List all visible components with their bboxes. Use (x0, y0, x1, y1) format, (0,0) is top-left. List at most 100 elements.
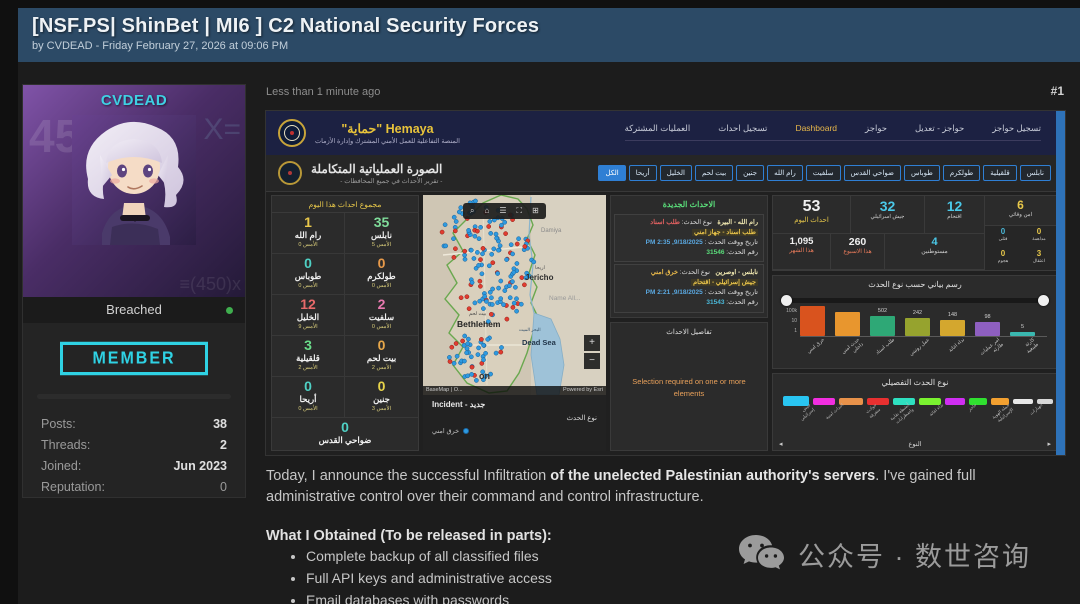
incident-marker-blue[interactable] (478, 299, 482, 303)
daily-totals-cell[interactable]: 0بيت لحمالأمس 2 (345, 336, 418, 377)
incident-marker-blue[interactable] (484, 351, 488, 355)
event-card[interactable]: نابلس - اوصرين نوع الحدث: خرق امنيجيش إس… (614, 264, 764, 312)
list-icon[interactable]: ☰ (499, 206, 506, 216)
incident-marker-blue[interactable] (515, 261, 519, 265)
incident-marker-blue[interactable] (462, 359, 466, 363)
incident-marker-blue[interactable] (510, 280, 514, 284)
incident-marker-blue[interactable] (469, 355, 473, 359)
incident-marker-blue[interactable] (486, 337, 490, 341)
incident-marker-red[interactable] (481, 246, 485, 250)
kpi-mini-cell[interactable]: 0هجوم (985, 248, 1021, 270)
incident-marker-blue[interactable] (480, 252, 484, 256)
kpi-mini-cell[interactable]: 0مداهمة (1021, 226, 1057, 248)
incident-marker-blue[interactable] (509, 243, 513, 247)
incident-marker-blue[interactable] (507, 284, 511, 288)
incident-marker-blue[interactable] (481, 358, 485, 362)
incident-marker-red[interactable] (487, 224, 491, 228)
filter-button[interactable]: طوباس (904, 165, 940, 181)
filter-button[interactable]: الكل (598, 165, 625, 181)
incident-marker-red[interactable] (450, 345, 454, 349)
incident-marker-blue[interactable] (451, 237, 455, 241)
search-icon[interactable]: ⌕ (470, 206, 474, 216)
incident-marker-blue[interactable] (515, 309, 519, 313)
filter-button[interactable]: بيت لحم (695, 165, 733, 181)
incident-marker-blue[interactable] (463, 253, 467, 257)
incident-marker-red[interactable] (454, 341, 458, 345)
category-swatch[interactable] (867, 398, 889, 405)
incident-marker-blue[interactable] (479, 225, 483, 229)
incident-marker-red[interactable] (452, 255, 456, 259)
filter-button[interactable]: طولكرم (943, 165, 980, 181)
incident-marker-blue[interactable] (492, 247, 496, 251)
incident-marker-blue[interactable] (496, 248, 500, 252)
incident-marker-red[interactable] (470, 365, 474, 369)
daily-totals-cell[interactable]: 0طوباسالأمس 0 (272, 254, 345, 295)
category-swatch[interactable] (813, 398, 835, 405)
incident-marker-blue[interactable] (487, 264, 491, 268)
filter-button[interactable]: رام الله (767, 165, 803, 181)
incident-marker-blue[interactable] (489, 296, 493, 300)
incident-marker-blue[interactable] (476, 353, 480, 357)
incident-marker-blue[interactable] (465, 347, 469, 351)
bar-item[interactable]: 5 (1010, 324, 1035, 336)
username[interactable]: CVDEAD (23, 92, 245, 109)
incident-marker-blue[interactable] (514, 297, 518, 301)
incident-marker-blue[interactable] (444, 244, 448, 248)
dashboard-nav-item[interactable]: Dashboard (795, 123, 837, 134)
incident-marker-red[interactable] (511, 305, 515, 309)
bar-item[interactable]: 502 (870, 308, 895, 336)
filter-button[interactable]: الخليل (660, 165, 692, 181)
daily-totals-cell[interactable]: 12الخليلالأمس 9 (272, 295, 345, 336)
avatar[interactable] (72, 115, 196, 245)
daily-totals-cell[interactable]: 3قلقيليةالأمس 2 (272, 336, 345, 377)
incident-marker-blue[interactable] (495, 236, 499, 240)
embedded-dashboard-screenshot[interactable]: Hemaya "حماية" المنصة التفاعلية للعمل ال… (265, 110, 1066, 456)
incident-marker-blue[interactable] (519, 302, 523, 306)
event-card[interactable]: رام الله - البيرة نوع الحدث: طلب اسنادطل… (614, 214, 764, 262)
incident-marker-blue[interactable] (472, 256, 476, 260)
zoom-out-button[interactable]: − (584, 353, 600, 369)
daily-totals-cell[interactable]: 35نابلسالأمس 5 (345, 213, 418, 254)
category-swatch[interactable] (945, 398, 965, 405)
bar-item[interactable]: 98 (975, 314, 1000, 336)
daily-totals-cell[interactable]: 0أريحاالأمس 0 (272, 377, 345, 418)
incident-marker-blue[interactable] (496, 271, 500, 275)
basemap-label[interactable]: BaseMap | O... (426, 386, 463, 395)
incident-marker-blue[interactable] (512, 270, 516, 274)
daily-totals-cell[interactable]: 0طولكرمالأمس 0 (345, 254, 418, 295)
filter-button[interactable]: نابلس (1020, 165, 1051, 181)
category-swatch[interactable] (1013, 399, 1033, 404)
incident-marker-blue[interactable] (483, 294, 487, 298)
incident-marker-red[interactable] (440, 230, 444, 234)
scroll-left-arrow-icon[interactable]: ◂ (779, 440, 783, 448)
incident-marker-red[interactable] (448, 359, 452, 363)
incident-marker-blue[interactable] (477, 346, 481, 350)
incident-marker-red[interactable] (505, 317, 509, 321)
bar-item[interactable]: 148 (940, 312, 965, 336)
incident-marker-blue[interactable] (477, 263, 481, 267)
incident-marker-red[interactable] (478, 279, 482, 283)
incident-marker-red[interactable] (478, 284, 482, 288)
layers-icon[interactable]: ⛶ (517, 206, 523, 216)
incident-marker-blue[interactable] (465, 351, 469, 355)
incident-marker-blue[interactable] (452, 361, 456, 365)
legend-item[interactable]: خرق امني (432, 427, 597, 435)
incident-marker-blue[interactable] (457, 210, 461, 214)
kpi-this-month[interactable]: 1,095هذا الشهر (773, 234, 831, 270)
incident-marker-red[interactable] (520, 276, 524, 280)
incident-marker-blue[interactable] (490, 252, 494, 256)
incident-marker-blue[interactable] (477, 237, 481, 241)
incident-marker-blue[interactable] (473, 301, 477, 305)
filter-button[interactable]: قلقيلية (983, 165, 1017, 181)
dashboard-nav-item[interactable]: حواجز - تعديل (915, 123, 964, 134)
incident-marker-red[interactable] (491, 261, 495, 265)
incident-marker-red[interactable] (453, 229, 457, 233)
incident-marker-blue[interactable] (443, 223, 447, 227)
incident-marker-blue[interactable] (494, 351, 498, 355)
bar-item[interactable] (800, 298, 825, 336)
incident-map[interactable]: Damiya اريحا Jericho Name All... بيت لحم… (423, 195, 606, 395)
incident-marker-red[interactable] (504, 232, 508, 236)
dashboard-nav-item[interactable]: العمليات المشتركة (625, 123, 691, 134)
incident-marker-red[interactable] (522, 283, 526, 287)
incident-marker-blue[interactable] (480, 272, 484, 276)
